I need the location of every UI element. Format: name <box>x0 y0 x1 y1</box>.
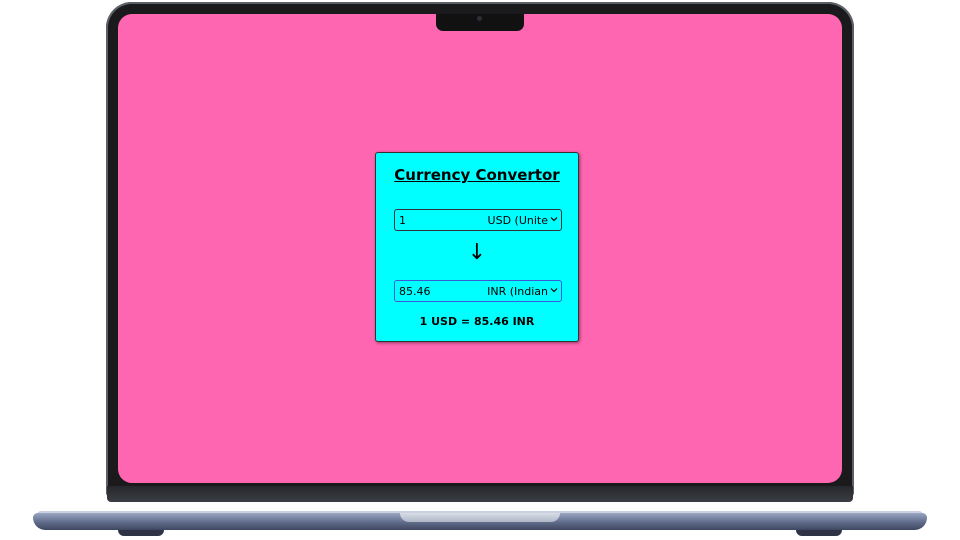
to-currency-row: 85.46 INR (Indian <box>394 280 562 302</box>
to-amount-input[interactable]: 85.46 <box>395 285 480 298</box>
to-currency-label: INR (Indian <box>487 284 548 298</box>
from-currency-select[interactable]: USD (Unite <box>480 214 561 227</box>
currency-converter-card: Currency Convertor 1 USD (Unite ↓ 85.46 … <box>375 152 579 342</box>
converter-title: Currency Convertor <box>394 166 560 184</box>
camera-icon <box>477 16 482 21</box>
from-currency-row: 1 USD (Unite <box>394 209 562 231</box>
from-amount-input[interactable]: 1 <box>395 214 480 227</box>
chevron-down-icon <box>550 287 558 295</box>
laptop-foot-left <box>118 530 164 536</box>
lid-bottom-edge <box>107 486 853 502</box>
conversion-result: 1 USD = 85.46 INR <box>419 315 535 328</box>
laptop-mockup: Currency Convertor 1 USD (Unite ↓ 85.46 … <box>0 0 960 540</box>
to-currency-select[interactable]: INR (Indian <box>480 285 561 298</box>
chevron-down-icon <box>550 216 558 224</box>
laptop-foot-right <box>796 530 842 536</box>
from-currency-label: USD (Unite <box>487 213 548 227</box>
trackpad-groove <box>400 513 560 522</box>
arrow-down-icon: ↓ <box>467 240 487 265</box>
